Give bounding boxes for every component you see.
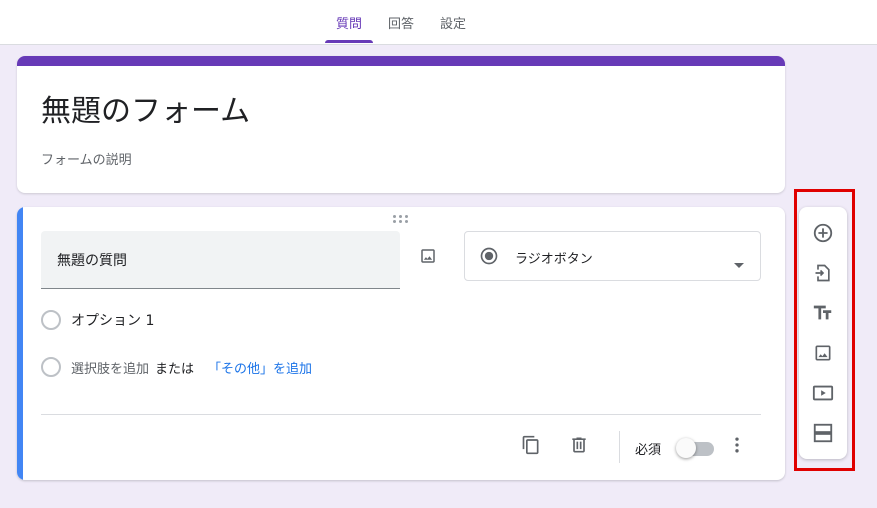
add-section-icon[interactable]: [811, 421, 835, 445]
tab-responses[interactable]: 回答: [381, 0, 421, 44]
active-card-indicator: [17, 207, 23, 480]
required-label: 必須: [635, 443, 662, 458]
title-card-accent: [17, 56, 785, 66]
form-title[interactable]: 無題のフォーム: [41, 86, 250, 130]
question-type-dropdown[interactable]: ラジオボタン: [464, 231, 761, 281]
add-question-icon[interactable]: [811, 221, 835, 245]
question-card[interactable]: 無題の質問 ラジオボタン オプション 1 選択肢を追加 または 「その他」を追加…: [17, 207, 785, 480]
required-toggle[interactable]: [676, 438, 714, 458]
duplicate-icon[interactable]: [519, 433, 543, 457]
or-text: または: [155, 361, 195, 377]
more-options-icon[interactable]: [725, 433, 749, 457]
tab-questions[interactable]: 質問: [325, 0, 373, 44]
tab-settings[interactable]: 設定: [433, 0, 473, 44]
form-title-card[interactable]: 無題のフォーム フォームの説明: [17, 56, 785, 193]
question-type-label: ラジオボタン: [515, 252, 593, 267]
top-tab-bar: 質問 回答 設定: [0, 0, 877, 45]
floating-toolbar: [799, 207, 847, 459]
delete-icon[interactable]: [567, 433, 591, 457]
add-title-icon[interactable]: [811, 301, 835, 325]
add-video-icon[interactable]: [811, 381, 835, 405]
footer-separator: [619, 431, 620, 463]
chevron-down-icon: [734, 253, 744, 272]
radio-circle-icon: [41, 310, 61, 330]
add-option-row: 選択肢を追加 または 「その他」を追加: [41, 355, 312, 379]
add-option-link[interactable]: 選択肢を追加: [71, 358, 149, 377]
import-questions-icon[interactable]: [811, 261, 835, 285]
question-title-text: 無題の質問: [57, 253, 127, 269]
footer-divider: [41, 414, 761, 415]
add-image-icon[interactable]: [419, 243, 437, 269]
radio-button-icon: [479, 246, 499, 270]
question-title-field[interactable]: 無題の質問: [41, 231, 400, 289]
active-tab-indicator: [325, 40, 373, 43]
add-image-icon[interactable]: [811, 341, 835, 365]
toggle-knob: [676, 438, 696, 458]
option-label[interactable]: オプション 1: [71, 310, 154, 330]
radio-circle-icon: [41, 357, 61, 377]
add-other-link[interactable]: 「その他」を追加: [208, 358, 312, 377]
form-description[interactable]: フォームの説明: [41, 149, 132, 168]
drag-handle-icon[interactable]: [393, 215, 409, 223]
option-row[interactable]: オプション 1: [41, 308, 154, 332]
